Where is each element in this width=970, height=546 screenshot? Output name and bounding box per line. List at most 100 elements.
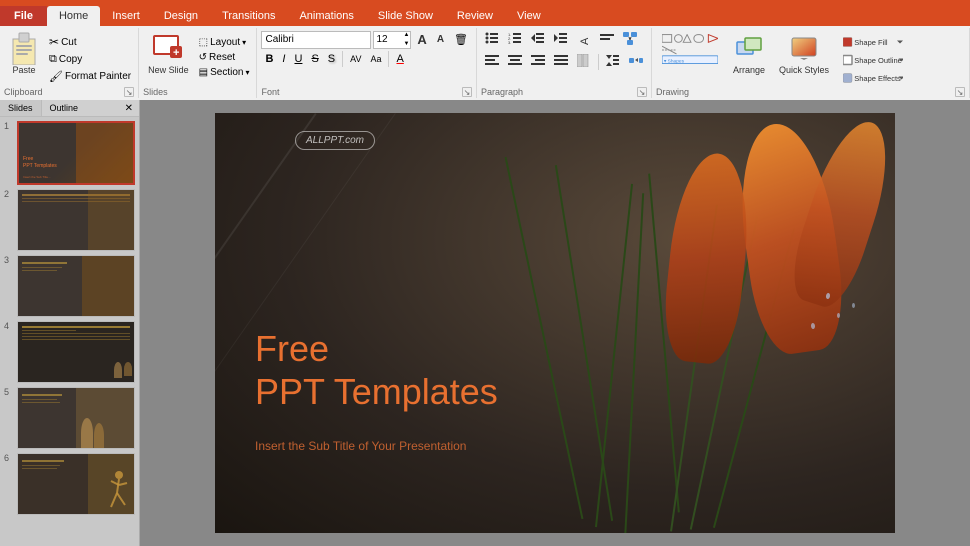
decrease-font-button[interactable]: A [433,32,448,47]
font-color-button[interactable]: A [392,51,407,67]
shape-outline-button[interactable]: Shape Outline [838,52,908,68]
tab-view[interactable]: View [505,6,553,26]
align-text-button[interactable] [596,30,618,50]
format-painter-label: Format Painter [65,71,131,82]
bullets-button[interactable] [481,30,503,50]
slide-canvas[interactable]: ALLPPT.com Free PPT Templates Insert the… [215,113,895,533]
line-spacing-button[interactable] [602,52,624,72]
font-group: ▲ ▼ A A 🗑 B I U S S AV Aa [257,28,477,98]
increase-font-button[interactable]: A [413,30,430,49]
thumb1-title: FreePPT Templates [23,156,57,169]
slide-thumb-5[interactable] [17,387,135,449]
svg-text:+: + [173,47,179,59]
main-area: Slides Outline ✕ 1 FreePPT Templates Ins… [0,100,970,546]
thumb6-title [22,460,64,462]
font-footer: Font ↘ [261,86,472,98]
quick-styles-icon [788,33,820,63]
char-spacing-button[interactable]: AV [346,52,365,66]
slides-tab[interactable]: Slides [0,100,42,116]
shapes-button[interactable]: ▾ Shapes [656,30,724,70]
panel-close-button[interactable]: ✕ [123,103,135,114]
align-left-button[interactable] [481,52,503,72]
justify-button[interactable] [550,52,572,72]
tab-animations[interactable]: Animations [287,6,365,26]
font-expander[interactable]: ↘ [462,87,472,97]
clipboard-group: Paste ✂ Cut ⧉ Copy 🖌 Format Painter [0,28,139,98]
shape-effects-button[interactable]: Shape Effects [838,70,908,86]
font-size-up[interactable]: ▲ [402,31,410,40]
layout-button[interactable]: ⬚ Layout ▾ [196,36,253,49]
change-case-button[interactable]: Aa [366,52,385,66]
tab-design[interactable]: Design [152,6,210,26]
section-button[interactable]: ▤ Section ▾ [196,66,253,79]
thumb5-person1 [81,418,93,448]
slide-thumb-1[interactable]: FreePPT Templates Insert the Sub Title..… [17,121,135,185]
font-size-input[interactable] [374,34,402,45]
font-name-input[interactable] [261,31,371,49]
slide-item-4: 4 [4,321,135,383]
italic-button[interactable]: I [278,51,289,67]
inc-indent-button[interactable] [550,30,572,50]
copy-button[interactable]: ⧉ Copy [46,52,134,67]
slide-thumb-3[interactable] [17,255,135,317]
font-size-down[interactable]: ▼ [402,40,410,49]
reset-button[interactable]: ↺ Reset [196,51,253,64]
layout-label: Layout [210,37,240,48]
format-painter-icon: 🖌 [49,70,63,83]
para-row2 [481,52,647,72]
center-button[interactable] [504,52,526,72]
tab-insert[interactable]: Insert [100,6,152,26]
drawing-expander[interactable]: ↘ [955,87,965,97]
tab-transitions[interactable]: Transitions [210,6,287,26]
drawing-label: Drawing [656,87,689,97]
format-painter-button[interactable]: 🖌 Format Painter [46,69,134,84]
tab-file[interactable]: File [0,6,47,26]
tab-home[interactable]: Home [47,6,100,26]
layout-icon: ⬚ [199,37,208,48]
slide-item-1: 1 FreePPT Templates Insert the Sub Title… [4,121,135,185]
bold-button[interactable]: B [261,51,277,67]
slide-thumb-2[interactable] [17,189,135,251]
align-right-button[interactable] [527,52,549,72]
thumb5-line2 [22,402,60,403]
svg-text:A: A [579,37,591,45]
svg-text:Shape Fill: Shape Fill [854,38,888,47]
clipboard-footer: Clipboard ↘ [4,86,134,98]
paragraph-expander[interactable]: ↘ [637,87,647,97]
clear-format-button[interactable]: 🗑 [450,31,472,48]
copy-label: Copy [59,54,82,65]
tab-slideshow[interactable]: Slide Show [366,6,445,26]
underline-button[interactable]: U [290,51,306,67]
drawing-footer: Drawing ↘ [656,86,965,98]
outline-tab[interactable]: Outline [42,100,87,116]
quick-styles-button[interactable]: Quick Styles [774,30,834,78]
numbering-button[interactable]: 1.2.3. [504,30,526,50]
shadow-button[interactable]: S [324,51,339,67]
smartart-button[interactable] [619,30,641,50]
slide-subtitle: Insert the Sub Title of Your Presentatio… [255,439,466,453]
stem-7 [505,157,584,519]
quick-styles-label: Quick Styles [779,65,829,75]
slide-item-6: 6 [4,453,135,515]
slides-group-inner: + New Slide ⬚ Layout ▾ ↺ Reset [143,30,252,86]
paste-button[interactable]: Paste [4,30,44,78]
copy-icon: ⧉ [49,53,57,66]
slide-thumb-4[interactable] [17,321,135,383]
font-group-inner: ▲ ▼ A A 🗑 B I U S S AV Aa [261,30,472,86]
slide-thumb-6[interactable] [17,453,135,515]
dec-indent-button[interactable] [527,30,549,50]
arrange-button[interactable]: Arrange [728,30,770,78]
strikethrough-button[interactable]: S [307,51,322,67]
slides-footer: Slides [143,86,252,98]
tab-review[interactable]: Review [445,6,505,26]
text-direction-button[interactable]: A [573,30,595,50]
cut-button[interactable]: ✂ Cut [46,34,134,50]
convert-smartart-button[interactable] [625,52,647,72]
slide-panel: Slides Outline ✕ 1 FreePPT Templates Ins… [0,100,140,546]
thumb3-line1 [22,267,62,268]
new-slide-button[interactable]: + New Slide [143,30,194,78]
columns-button[interactable] [573,52,595,72]
cut-label: Cut [61,37,77,48]
shape-fill-button[interactable]: Shape Fill [838,34,908,50]
clipboard-expander[interactable]: ↘ [124,87,134,97]
